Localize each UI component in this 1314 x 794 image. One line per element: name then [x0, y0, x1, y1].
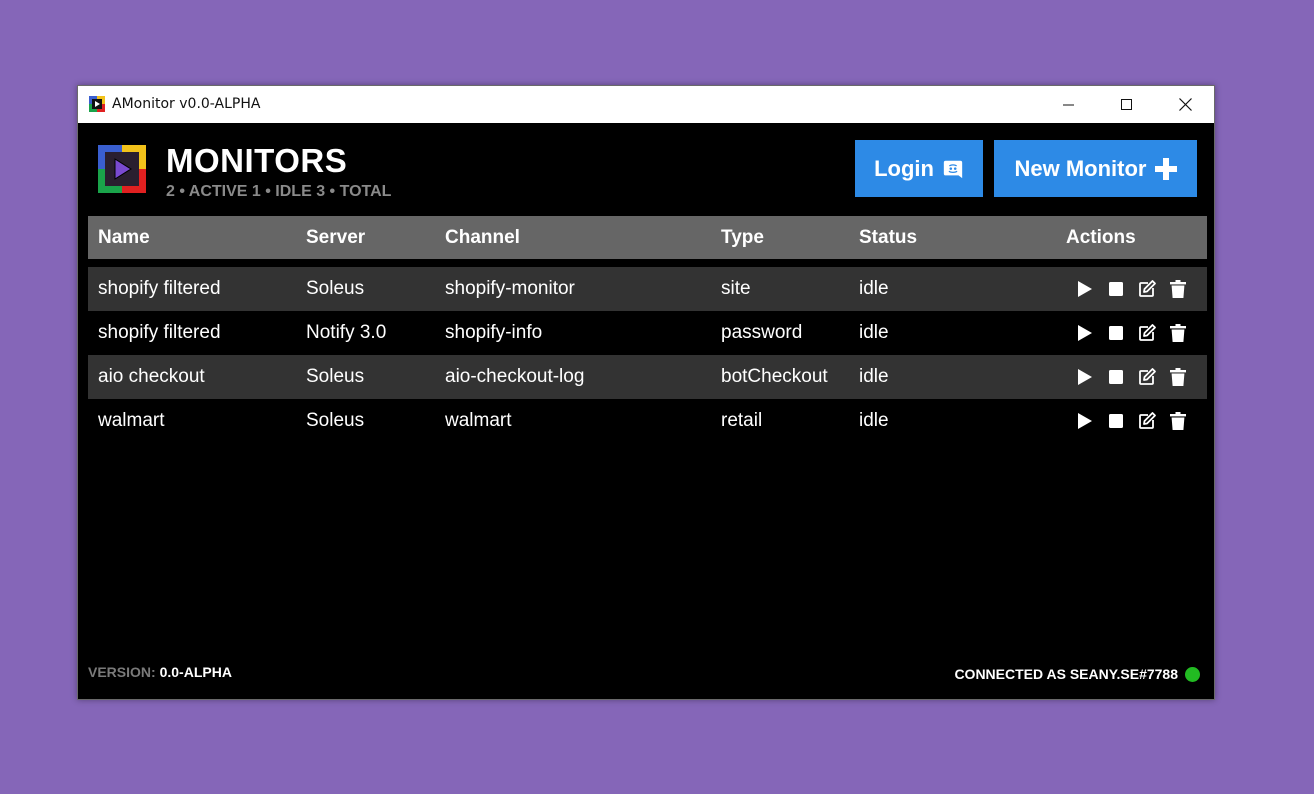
edit-icon: [1138, 280, 1156, 297]
window-title: AMonitor v0.0-ALPHA: [112, 96, 261, 112]
connection-text: CONNECTED AS SEANY.SE#7788: [954, 666, 1178, 682]
edit-icon: [1138, 368, 1156, 385]
connected-status-icon: [1185, 666, 1200, 682]
app-logo-icon: [98, 145, 146, 193]
monitor-stats: 2 • ACTIVE 1 • IDLE 3 • TOTAL: [166, 183, 392, 200]
stop-button[interactable]: [1100, 322, 1131, 344]
start-button[interactable]: [1069, 366, 1100, 388]
login-label: Login: [874, 155, 934, 181]
page-header: MONITORS 2 • ACTIVE 1 • IDLE 3 • TOTAL L…: [78, 123, 1214, 216]
cell-name: shopify filtered: [98, 322, 221, 343]
column-header-actions: Actions: [1066, 226, 1136, 248]
table-row[interactable]: walmart Soleus walmart retail idle: [88, 399, 1207, 443]
login-button[interactable]: Login: [855, 140, 983, 197]
cell-channel: shopify-monitor: [445, 278, 575, 299]
cell-channel: walmart: [445, 410, 512, 431]
play-icon: [1077, 325, 1092, 341]
column-header-name[interactable]: Name: [98, 227, 150, 249]
table-header-row: Name Server Channel Type Status Actions: [88, 216, 1207, 259]
row-actions: [1069, 410, 1193, 432]
row-actions: [1069, 322, 1193, 344]
cell-type: botCheckout: [721, 366, 828, 387]
close-icon: [1178, 98, 1192, 111]
minimize-button[interactable]: [1040, 86, 1098, 123]
edit-button[interactable]: [1131, 410, 1162, 432]
version-value: 0.0-ALPHA: [159, 664, 232, 680]
table-row[interactable]: shopify filtered Notify 3.0 shopify-info…: [88, 311, 1207, 355]
title-bar[interactable]: AMonitor v0.0-ALPHA: [78, 86, 1214, 123]
connection-status: CONNECTED AS SEANY.SE#7788: [954, 666, 1200, 682]
cell-status: idle: [859, 410, 889, 431]
maximize-icon: [1121, 98, 1132, 110]
row-actions: [1069, 366, 1193, 388]
cell-server: Soleus: [306, 366, 365, 387]
cell-server: Notify 3.0: [306, 322, 387, 343]
version-info: VERSION: 0.0-ALPHA: [88, 664, 232, 680]
cell-channel: shopify-info: [445, 322, 543, 343]
start-button[interactable]: [1069, 410, 1100, 432]
trash-icon: [1169, 412, 1186, 430]
cell-status: idle: [859, 322, 889, 343]
cell-name: aio checkout: [98, 366, 205, 387]
delete-button[interactable]: [1162, 278, 1193, 300]
cell-channel: aio-checkout-log: [445, 366, 585, 387]
stop-icon: [1108, 414, 1123, 428]
version-label: VERSION:: [88, 664, 156, 680]
minimize-icon: [1063, 104, 1074, 105]
close-button[interactable]: [1156, 86, 1214, 123]
play-icon: [1077, 369, 1092, 385]
plus-icon: [1154, 157, 1177, 180]
delete-button[interactable]: [1162, 366, 1193, 388]
trash-icon: [1169, 280, 1186, 298]
column-header-status[interactable]: Status: [859, 227, 917, 249]
app-window: AMonitor v0.0-ALPHA MONITORS 2 • ACTIVE …: [77, 85, 1215, 700]
maximize-button[interactable]: [1098, 86, 1156, 123]
cell-type: retail: [721, 410, 763, 431]
edit-button[interactable]: [1131, 278, 1162, 300]
edit-icon: [1138, 324, 1156, 341]
cell-server: Soleus: [306, 278, 365, 299]
app-logo-small-icon: [89, 96, 105, 112]
cell-type: site: [721, 278, 751, 299]
page-title: MONITORS: [166, 142, 348, 179]
play-icon: [1077, 413, 1092, 429]
delete-button[interactable]: [1162, 322, 1193, 344]
cell-status: idle: [859, 278, 889, 299]
column-header-channel[interactable]: Channel: [445, 227, 520, 249]
delete-button[interactable]: [1162, 410, 1193, 432]
stop-button[interactable]: [1100, 410, 1131, 432]
stop-icon: [1108, 326, 1123, 340]
start-button[interactable]: [1069, 278, 1100, 300]
play-icon: [1077, 281, 1092, 297]
monitors-table: Name Server Channel Type Status Actions …: [88, 216, 1207, 443]
edit-button[interactable]: [1131, 366, 1162, 388]
cell-status: idle: [859, 366, 889, 387]
new-monitor-label: New Monitor: [1014, 155, 1147, 181]
trash-icon: [1169, 324, 1186, 342]
stop-icon: [1108, 370, 1123, 384]
stop-button[interactable]: [1100, 366, 1131, 388]
stop-button[interactable]: [1100, 278, 1131, 300]
column-header-type[interactable]: Type: [721, 227, 764, 249]
row-actions: [1069, 278, 1193, 300]
stop-icon: [1108, 282, 1123, 296]
table-row[interactable]: shopify filtered Soleus shopify-monitor …: [88, 267, 1207, 311]
trash-icon: [1169, 368, 1186, 386]
cell-server: Soleus: [306, 410, 365, 431]
cell-name: walmart: [98, 410, 165, 431]
discord-icon: [943, 160, 963, 178]
start-button[interactable]: [1069, 322, 1100, 344]
cell-name: shopify filtered: [98, 278, 221, 299]
table-body: shopify filtered Soleus shopify-monitor …: [88, 267, 1207, 443]
cell-type: password: [721, 322, 803, 343]
table-row[interactable]: aio checkout Soleus aio-checkout-log bot…: [88, 355, 1207, 399]
new-monitor-button[interactable]: New Monitor: [994, 140, 1197, 197]
column-header-server[interactable]: Server: [306, 227, 365, 249]
edit-icon: [1138, 412, 1156, 429]
edit-button[interactable]: [1131, 322, 1162, 344]
